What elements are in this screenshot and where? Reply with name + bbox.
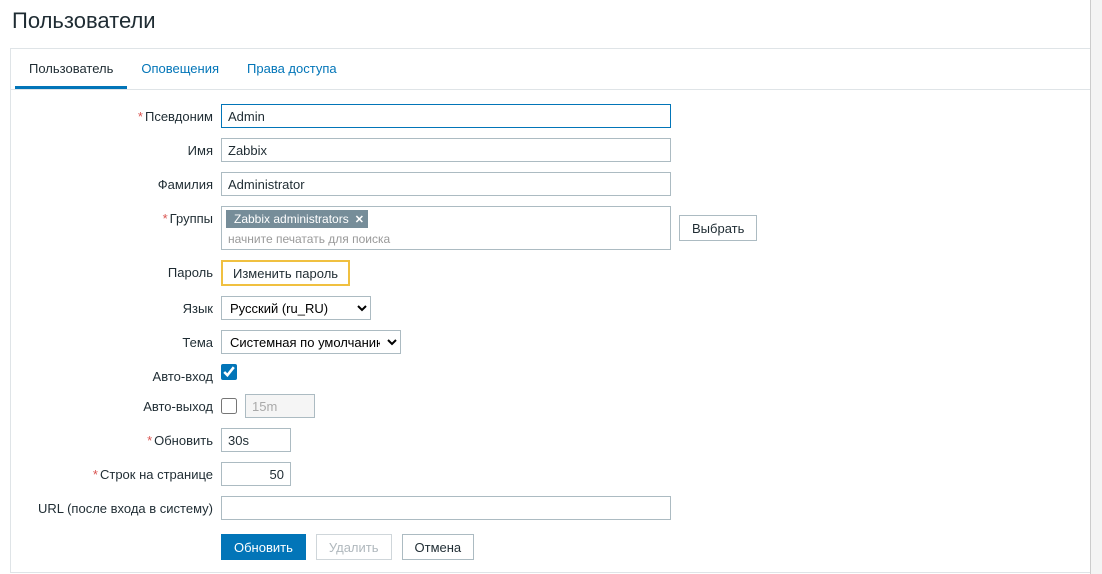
form-actions: Обновить Удалить Отмена [21,534,1081,560]
row-name: Имя [21,138,1081,162]
update-button[interactable]: Обновить [221,534,306,560]
group-tag-label: Zabbix administrators [234,212,349,226]
row-theme: Тема Системная по умолчанию [21,330,1081,354]
row-autologout: Авто-выход [21,394,1081,418]
label-autologout: Авто-выход [143,399,213,414]
alias-input[interactable] [221,104,671,128]
row-language: Язык Русский (ru_RU) [21,296,1081,320]
label-surname: Фамилия [158,177,213,192]
tab-user[interactable]: Пользователь [15,49,127,89]
theme-select[interactable]: Системная по умолчанию [221,330,401,354]
select-groups-button[interactable]: Выбрать [679,215,757,241]
autologout-checkbox[interactable] [221,398,237,414]
cancel-button[interactable]: Отмена [402,534,475,560]
row-autologin: Авто-вход [21,364,1081,384]
row-alias: *Псевдоним [21,104,1081,128]
refresh-input[interactable] [221,428,291,452]
page-title: Пользователи [12,8,1092,34]
label-url: URL (после входа в систему) [38,501,213,516]
name-input[interactable] [221,138,671,162]
remove-tag-icon[interactable]: ✕ [355,213,364,226]
label-autologin: Авто-вход [153,369,213,384]
row-rows: *Строк на странице [21,462,1081,486]
label-theme: Тема [182,335,213,350]
tabs: Пользователь Оповещения Права доступа [11,49,1091,90]
label-alias: Псевдоним [145,109,213,124]
surname-input[interactable] [221,172,671,196]
label-refresh: Обновить [154,433,213,448]
groups-multiselect[interactable]: Zabbix administrators ✕ начните печатать… [221,206,671,250]
row-password: Пароль Изменить пароль [21,260,1081,286]
scrollbar-gutter [1090,0,1102,574]
tab-permissions[interactable]: Права доступа [233,49,351,89]
label-language: Язык [183,301,213,316]
form-panel: Пользователь Оповещения Права доступа *П… [10,48,1092,573]
group-tag[interactable]: Zabbix administrators ✕ [226,210,368,228]
label-password: Пароль [168,265,213,280]
groups-placeholder: начните печатать для поиска [226,230,666,246]
label-groups: Группы [170,211,213,226]
autologout-input [245,394,315,418]
row-url: URL (после входа в систему) [21,496,1081,520]
delete-button: Удалить [316,534,392,560]
row-groups: *Группы Zabbix administrators ✕ начните … [21,206,1081,250]
change-password-button[interactable]: Изменить пароль [221,260,350,286]
label-rows: Строк на странице [100,467,213,482]
row-refresh: *Обновить [21,428,1081,452]
autologin-checkbox[interactable] [221,364,237,380]
row-surname: Фамилия [21,172,1081,196]
language-select[interactable]: Русский (ru_RU) [221,296,371,320]
url-input[interactable] [221,496,671,520]
tab-media[interactable]: Оповещения [127,49,233,89]
label-name: Имя [188,143,213,158]
form-body: *Псевдоним Имя Фамилия *Группы [11,90,1091,572]
rows-input[interactable] [221,462,291,486]
